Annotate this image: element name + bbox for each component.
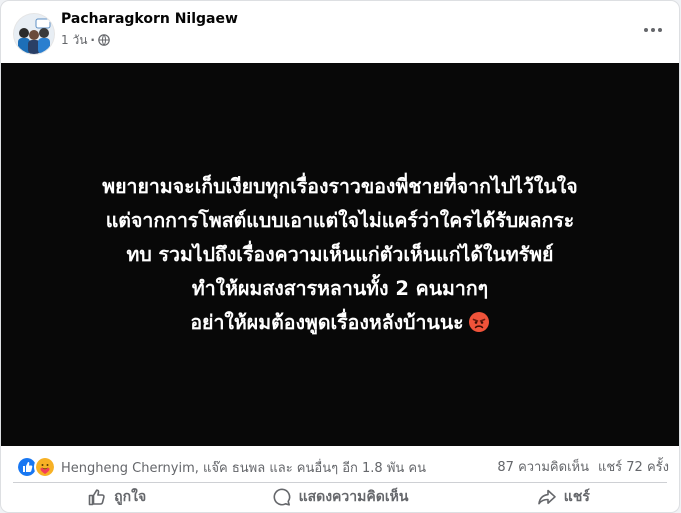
more-options-button[interactable] <box>637 14 669 46</box>
post-text-line: พยายามจะเก็บเงียบทุกเรื่องราวของพี่ชายที… <box>102 174 578 198</box>
post-text-line-last: อย่าให้ผมต้องพูดเรื่องหลังบ้านนะ <box>190 306 489 340</box>
post-text: อย่าให้ผมต้องพูดเรื่องหลังบ้านนะ <box>190 310 464 334</box>
share-count[interactable]: แชร์ 72 ครั้ง <box>598 456 669 477</box>
post-text-background: พยายามจะเก็บเงียบทุกเรื่องราวของพี่ชายที… <box>1 63 679 446</box>
angry-face-icon <box>468 311 489 332</box>
meta-separator: · <box>90 33 95 47</box>
post-text-line: แต่จากการโพสต์แบบเอาแต่ใจไม่แคร์ว่าใครได… <box>105 208 575 232</box>
author-name[interactable]: Pacharagkorn Nilgaew <box>61 11 238 27</box>
comment-count[interactable]: 87 ความคิดเห็น <box>497 456 589 477</box>
comment-button[interactable]: แสดงความคิดเห็น <box>228 483 451 511</box>
post-text-line: ทบ รวมไปถึงเรื่องความเห็นแก่ตัวเห็นแก่ได… <box>126 242 554 266</box>
comment-icon <box>273 488 290 506</box>
like-button[interactable]: ถูกใจ <box>5 483 228 511</box>
like-label: ถูกใจ <box>114 489 147 505</box>
share-label: แชร์ <box>563 489 590 505</box>
action-bar: ถูกใจ แสดงความคิดเห็น แชร์ <box>5 483 675 511</box>
globe-icon[interactable] <box>98 34 110 46</box>
care-reaction-icon <box>34 456 56 478</box>
post-header: Pacharagkorn Nilgaew 1 วัน · <box>1 1 679 63</box>
post-card: Pacharagkorn Nilgaew 1 วัน · พยายามจะเก็… <box>1 1 679 512</box>
reaction-summary[interactable]: Hengheng Chernyim, แจ๊ค ธนพล และ คนอื่นๆ… <box>16 456 426 478</box>
avatar-image <box>14 14 54 54</box>
share-icon <box>537 489 556 505</box>
share-button[interactable]: แชร์ <box>452 483 675 511</box>
post-stats: Hengheng Chernyim, แจ๊ค ธนพล และ คนอื่นๆ… <box>1 446 679 484</box>
post-timestamp[interactable]: 1 วัน <box>61 31 87 50</box>
post-text-line: ทำให้ผมสงสารหลานทั้ง 2 คนมากๆ <box>191 276 489 300</box>
engagement-counts: 87 ความคิดเห็น แชร์ 72 ครั้ง <box>497 456 669 477</box>
more-dots-icon <box>644 28 662 32</box>
post-meta: 1 วัน · <box>61 32 110 48</box>
thumbs-up-icon <box>88 489 105 506</box>
author-avatar[interactable] <box>14 14 54 54</box>
comment-label: แสดงความคิดเห็น <box>298 489 409 505</box>
reactors-text[interactable]: Hengheng Chernyim, แจ๊ค ธนพล และ คนอื่นๆ… <box>61 457 426 478</box>
